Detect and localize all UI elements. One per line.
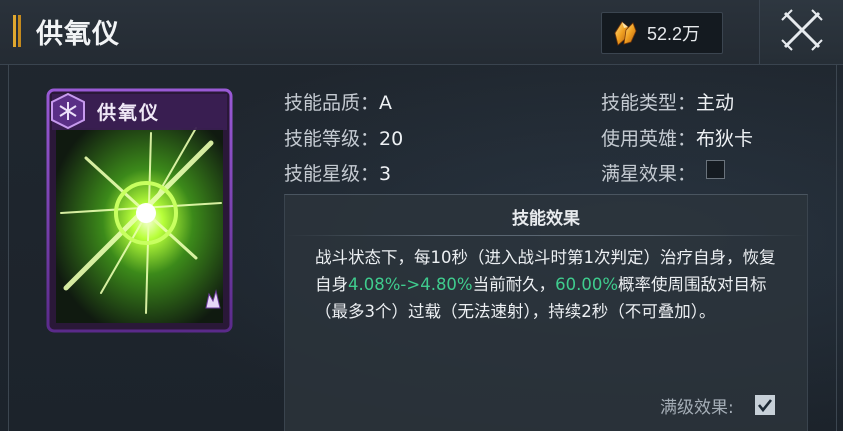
level-label: 技能等级： [284,128,380,150]
fullstar-row: 满星效果： [601,159,696,186]
hero-label: 使用英雄： [601,128,697,150]
skill-detail-screen: 供氧仪 52.2万 供氧仪 技能品质：A 技能等级：20 技能星级：3 技能类型… [0,0,843,431]
max-level-label: 满级效果: [660,398,734,418]
hero-row: 使用英雄：布狄卡 [601,124,753,151]
hexagon-emblem-icon [51,92,85,130]
level-value: 20 [379,128,404,150]
effect-description: 战斗状态下，每10秒（进入战斗时第1次判定）治疗自身，恢复自身4.08%->4.… [315,244,785,325]
type-value: 主动 [696,92,735,114]
effect-divider [285,235,807,236]
close-area [759,0,843,64]
title-accent-bars [13,15,22,47]
effect-title: 技能效果 [512,209,580,229]
hero-value: 布狄卡 [696,128,754,150]
max-level-checkbox[interactable] [755,395,775,415]
header-bar: 供氧仪 52.2万 [0,0,843,65]
type-label: 技能类型： [601,92,697,114]
page-title: 供氧仪 [36,19,120,50]
crystal-icon [614,21,637,46]
type-row: 技能类型：主动 [601,88,734,115]
fullstar-label: 满星效果： [601,163,697,185]
star-value: 3 [379,163,392,185]
level-row: 技能等级：20 [284,124,403,151]
star-label: 技能星级： [284,163,380,185]
effect-heal-range: 4.08%->4.80% [348,275,473,294]
quality-value: A [379,92,393,114]
card-name: 供氧仪 [97,102,161,124]
quality-row: 技能品质：A [284,88,392,115]
fullstar-checkbox[interactable] [706,160,725,179]
effect-panel: 技能效果 战斗状态下，每10秒（进入战斗时第1次判定）治疗自身，恢复自身4.08… [284,194,808,431]
currency-value: 52.2万 [647,24,701,44]
effect-chance: 60.00% [555,275,619,294]
close-x-icon[interactable] [780,8,824,52]
effect-text-2: 当前耐久， [472,275,556,294]
star-row: 技能星级：3 [284,159,391,186]
currency-display: 52.2万 [601,12,723,54]
quality-label: 技能品质： [284,92,380,114]
